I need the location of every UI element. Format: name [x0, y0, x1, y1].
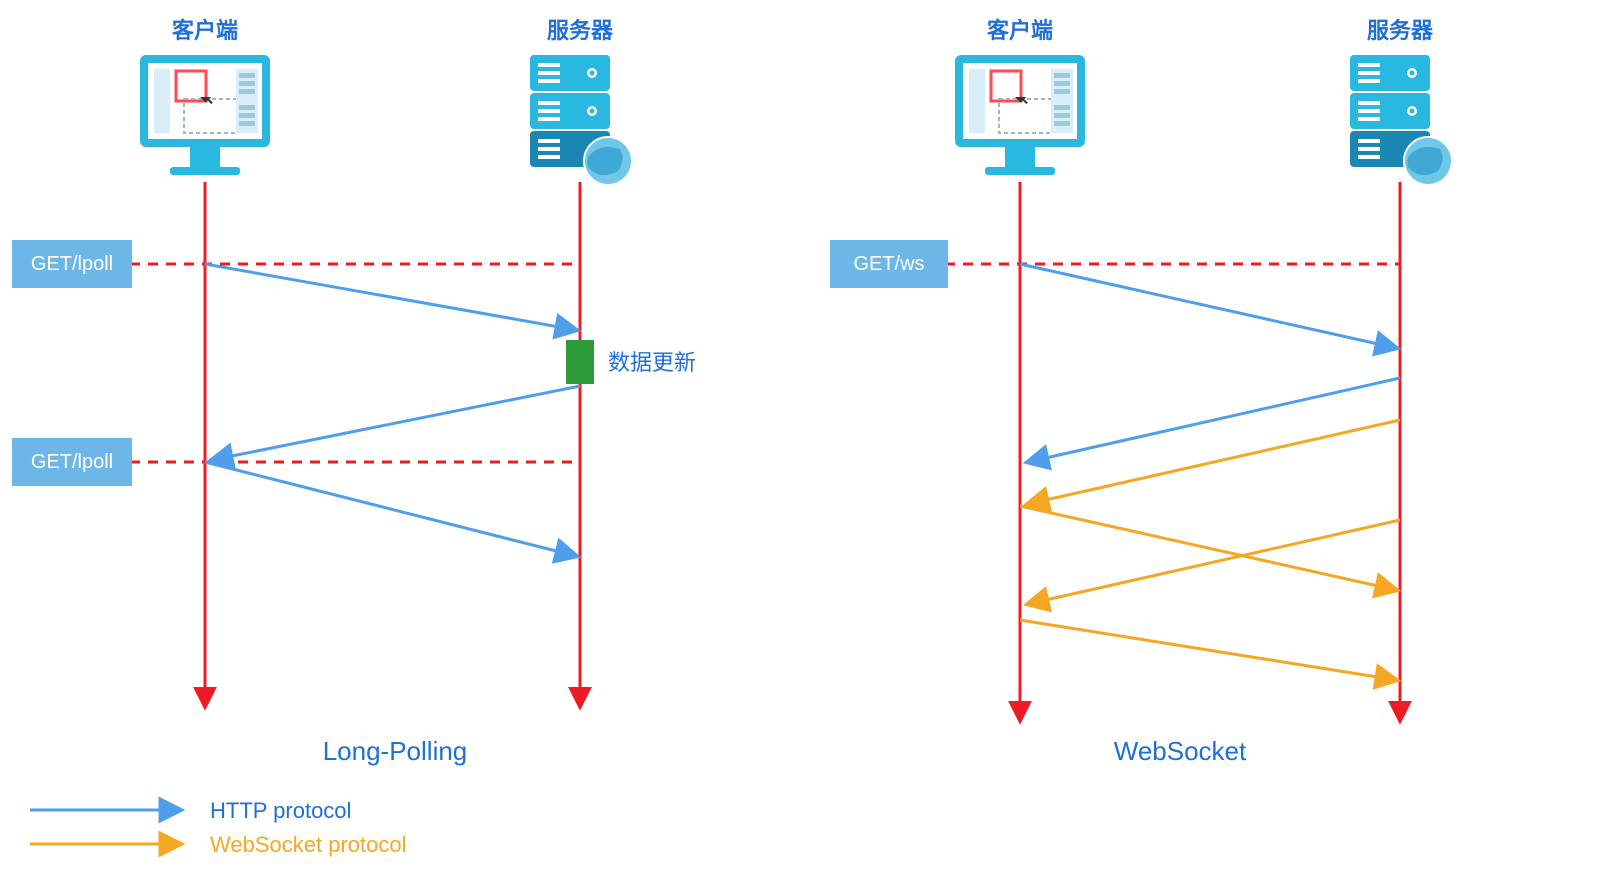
server-label-right: 服务器	[1367, 18, 1434, 43]
websocket-title: WebSocket	[1114, 736, 1247, 766]
ws-http-arrow-1	[1020, 264, 1396, 348]
svg-text:GET/lpoll: GET/lpoll	[31, 253, 113, 275]
get-ws-box: GET/ws	[830, 240, 948, 288]
svg-text:GET/ws: GET/ws	[853, 253, 924, 275]
data-update-block	[566, 340, 594, 384]
long-polling-panel: 客户端 服务器	[12, 18, 696, 766]
ws-msg-arrow-3	[1028, 520, 1400, 604]
ws-msg-arrow-1	[1028, 420, 1400, 504]
client-computer-icon-left	[140, 55, 270, 175]
ws-msg-arrow-2	[1020, 506, 1396, 590]
client-label-right: 客户端	[987, 18, 1053, 43]
get-lpoll-box-1: GET/lpoll	[12, 240, 132, 288]
legend: HTTP protocol WebSocket protocol	[30, 798, 406, 857]
http-arrow-1	[205, 264, 576, 330]
svg-text:GET/lpoll: GET/lpoll	[31, 451, 113, 473]
data-update-label: 数据更新	[608, 350, 696, 375]
server-icon-left	[530, 55, 632, 185]
http-arrow-2	[212, 386, 580, 460]
ws-http-arrow-2	[1028, 378, 1400, 462]
websocket-panel: 客户端 服务器	[830, 18, 1452, 766]
server-label-left: 服务器	[547, 18, 614, 43]
sequence-diagram: 客户端 服务器	[0, 0, 1602, 879]
http-arrow-3	[205, 462, 576, 556]
client-label-left: 客户端	[172, 18, 238, 43]
server-icon-right	[1350, 55, 1452, 185]
long-polling-title: Long-Polling	[323, 736, 468, 766]
get-lpoll-box-2: GET/lpoll	[12, 438, 132, 486]
ws-msg-arrow-4	[1020, 620, 1396, 680]
legend-ws-label: WebSocket protocol	[210, 832, 406, 857]
client-computer-icon-right	[955, 55, 1085, 175]
legend-http-label: HTTP protocol	[210, 798, 351, 823]
